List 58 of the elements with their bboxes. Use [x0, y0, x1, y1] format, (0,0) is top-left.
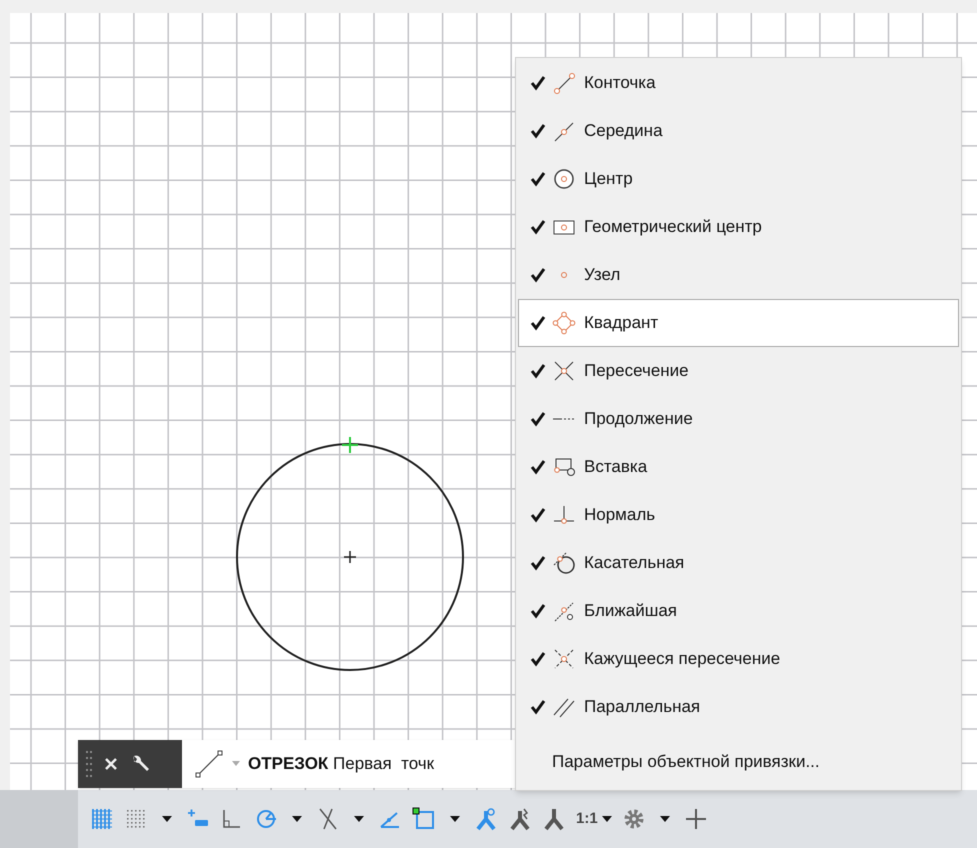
- tangent-icon: [552, 551, 576, 575]
- menu-item[interactable]: Касательная: [518, 539, 959, 587]
- plus-icon[interactable]: [684, 807, 708, 831]
- close-icon[interactable]: [104, 757, 118, 771]
- checkmark-icon: [530, 171, 546, 187]
- menu-item[interactable]: Вставка: [518, 443, 959, 491]
- checkmark-icon: [530, 603, 546, 619]
- checkmark-icon: [530, 75, 546, 91]
- line-icon: [194, 749, 224, 779]
- caret-icon[interactable]: [450, 816, 460, 822]
- node-icon: [560, 271, 568, 279]
- checkmark-icon: [530, 507, 546, 523]
- apparent-intersection-icon: [552, 647, 576, 671]
- quadrant-icon: [552, 311, 576, 335]
- menu-item[interactable]: Ближайшая: [518, 587, 959, 635]
- menu-item[interactable]: Узел: [518, 251, 959, 299]
- menu-item[interactable]: Кажущееся пересечение: [518, 635, 959, 683]
- menu-item[interactable]: Нормаль: [518, 491, 959, 539]
- checkmark-icon: [530, 699, 546, 715]
- command-prompt: ОТРЕЗОК Первая точк: [248, 753, 434, 776]
- menu-item[interactable]: Квадрант: [518, 299, 959, 347]
- caret-icon[interactable]: [292, 816, 302, 822]
- caret-icon[interactable]: [162, 816, 172, 822]
- menu-item[interactable]: Продолжение: [518, 395, 959, 443]
- figure-icon[interactable]: [542, 807, 566, 831]
- menu-item[interactable]: Середина: [518, 107, 959, 155]
- scale-button[interactable]: 1:1: [576, 808, 612, 830]
- grid-icon[interactable]: [90, 807, 114, 831]
- circle-center-icon: [552, 167, 576, 191]
- settings-icon[interactable]: [622, 807, 646, 831]
- settings-menu-item[interactable]: Параметры объектной привязки...: [516, 737, 961, 787]
- polar-icon[interactable]: [254, 807, 278, 831]
- snap-marker-icon: [341, 436, 359, 454]
- menu-item[interactable]: Центр: [518, 155, 959, 203]
- menu-item[interactable]: Параллельная: [518, 683, 959, 731]
- object-snap-icon[interactable]: [412, 807, 436, 831]
- checkmark-icon: [530, 363, 546, 379]
- grip-icon: [86, 751, 92, 777]
- figure-icon[interactable]: [474, 807, 498, 831]
- menu-item[interactable]: Конточка: [518, 59, 959, 107]
- menu-item[interactable]: Геометрический центр: [518, 203, 959, 251]
- extension-icon: [552, 417, 576, 421]
- checkmark-icon: [530, 459, 546, 475]
- line-endpoint-icon: [552, 71, 576, 95]
- figure-icon[interactable]: [508, 807, 532, 831]
- intersection-icon: [552, 359, 576, 383]
- checkmark-icon: [530, 123, 546, 139]
- crosshair-icon: [343, 550, 357, 564]
- checkmark-icon: [530, 555, 546, 571]
- checkmark-icon: [530, 267, 546, 283]
- checkmark-icon: [530, 411, 546, 427]
- menu-item[interactable]: Пересечение: [518, 347, 959, 395]
- checkmark-icon: [530, 219, 546, 235]
- checkmark-icon: [530, 651, 546, 667]
- caret-icon[interactable]: [354, 816, 364, 822]
- caret-icon: [602, 816, 612, 822]
- checkmark-icon: [530, 315, 546, 331]
- caret-icon[interactable]: [660, 816, 670, 822]
